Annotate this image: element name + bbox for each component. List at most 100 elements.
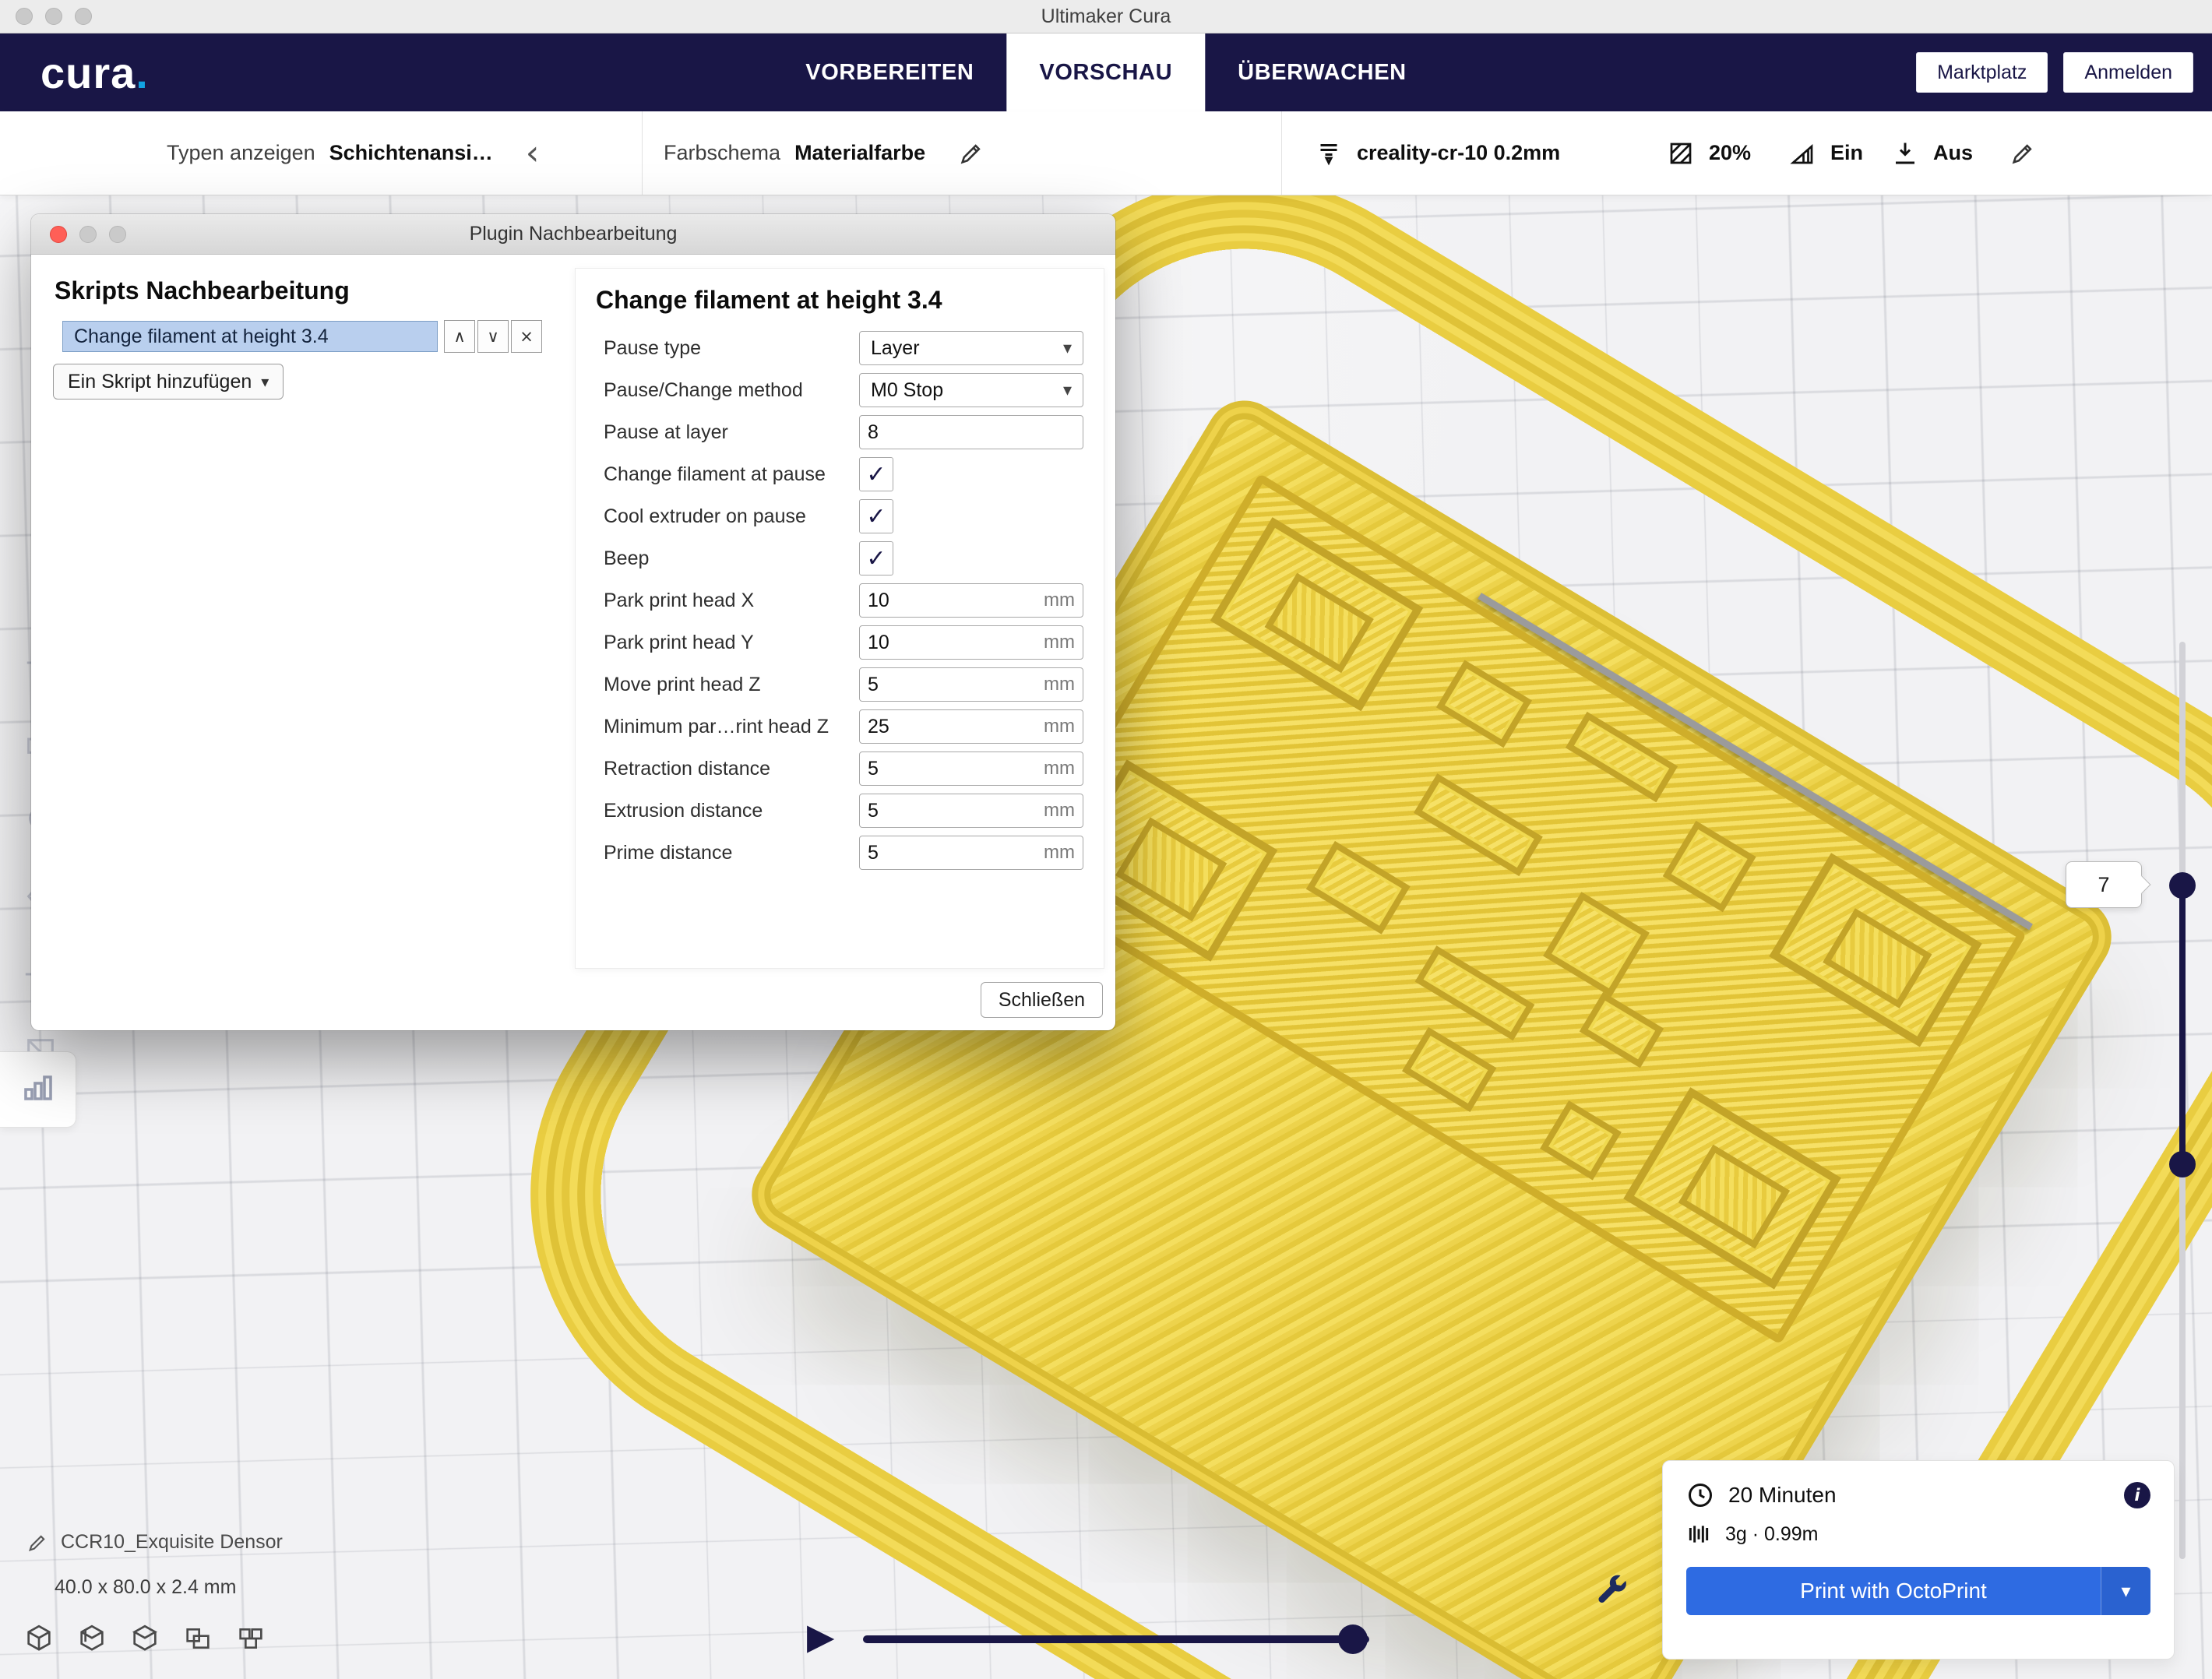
layer-slider-range[interactable] <box>2179 885 2186 1164</box>
edit-pencil-icon[interactable] <box>958 140 984 167</box>
caret-down-icon: ▾ <box>261 372 269 391</box>
color-scheme-value: Materialfarbe <box>794 141 925 165</box>
qr-pattern-block <box>1580 992 1664 1068</box>
park-x-input[interactable] <box>868 590 1039 612</box>
support-icon <box>1788 139 1816 167</box>
edit-print-settings[interactable] <box>2009 111 2036 195</box>
script-list-item-selected[interactable]: Change filament at height 3.4 <box>62 321 438 352</box>
print-button-dropdown[interactable]: ▾ <box>2101 1567 2150 1615</box>
minimum-park-z-input[interactable] <box>868 716 1039 738</box>
rename-pencil-icon[interactable] <box>26 1532 48 1554</box>
retraction-distance-field: mm <box>859 752 1083 786</box>
dialog-close-button[interactable] <box>50 226 67 243</box>
tab-vorbereiten[interactable]: VORBEREITEN <box>773 33 1006 111</box>
adhesion-setting[interactable]: Aus <box>1891 111 1973 195</box>
print-button-label[interactable]: Print with OctoPrint <box>1686 1567 2101 1615</box>
field-row: Cool extruder on pause ✓ <box>596 495 1083 537</box>
unit-label: mm <box>1044 674 1075 695</box>
print-time-row: 20 Minuten i <box>1686 1481 2150 1509</box>
unit-label: mm <box>1044 842 1075 864</box>
info-icon[interactable]: i <box>2124 1482 2150 1508</box>
main-navbar: cura. VORBEREITEN VORSCHAU ÜBERWACHEN Ma… <box>0 33 2212 111</box>
window-zoom-button[interactable] <box>75 8 92 25</box>
play-button[interactable]: ▶ <box>807 1618 834 1654</box>
move-script-up-button[interactable]: ∧ <box>444 320 475 353</box>
extrusion-distance-input[interactable] <box>868 800 1039 822</box>
add-script-label: Ein Skript hinzufügen <box>68 371 252 393</box>
stage-tabs: VORBEREITEN VORSCHAU ÜBERWACHEN <box>773 33 1439 111</box>
view-top-icon[interactable] <box>129 1623 160 1654</box>
view-3d-icon[interactable] <box>23 1623 55 1654</box>
legend-panel[interactable] <box>0 1051 76 1128</box>
view-front-icon[interactable] <box>76 1623 107 1654</box>
add-script-button[interactable]: Ein Skript hinzufügen ▾ <box>53 364 284 400</box>
view-right-icon[interactable] <box>235 1623 266 1654</box>
select-value: M0 Stop <box>871 379 943 402</box>
field-label: Beep <box>596 547 859 570</box>
layer-slider-handle-bottom[interactable] <box>2169 1151 2196 1177</box>
close-dialog-button[interactable]: Schließen <box>981 982 1103 1018</box>
signin-button[interactable]: Anmelden <box>2063 52 2193 93</box>
remove-script-button[interactable]: × <box>511 320 542 353</box>
move-script-down-button[interactable]: ∨ <box>477 320 509 353</box>
check-icon: ✓ <box>866 503 886 530</box>
script-reorder-buttons: ∧ ∨ × <box>444 320 542 353</box>
infill-icon <box>1667 139 1695 167</box>
toolbar-divider <box>642 111 643 195</box>
print-with-octoprint-button[interactable]: Print with OctoPrint ▾ <box>1686 1567 2150 1615</box>
qr-pattern-block <box>1306 841 1411 934</box>
support-setting[interactable]: Ein <box>1788 111 1863 195</box>
change-filament-checkbox[interactable]: ✓ <box>859 457 893 491</box>
pause-type-select[interactable]: Layer ▾ <box>859 331 1083 365</box>
layer-indicator[interactable]: 7 <box>2066 861 2142 908</box>
view-type-selector[interactable]: Typen anzeigen Schichtenansi… ‹ <box>167 111 539 195</box>
park-y-input[interactable] <box>868 632 1039 654</box>
field-row: Minimum par…rint head Z mm <box>596 706 1083 748</box>
dialog-minimize-button[interactable] <box>79 226 97 243</box>
field-row: Pause type Layer ▾ <box>596 327 1083 369</box>
qr-pattern-block <box>1402 1027 1496 1111</box>
model-name: CCR10_Exquisite Densor <box>61 1531 283 1554</box>
prime-distance-input[interactable] <box>868 842 1039 864</box>
field-label: Retraction distance <box>596 758 859 780</box>
window-close-button[interactable] <box>16 8 33 25</box>
script-settings-panel: Change filament at height 3.4 Pause type… <box>575 268 1104 969</box>
print-time: 20 Minuten <box>1728 1483 1837 1508</box>
simulation-slider-handle[interactable] <box>1338 1624 1368 1654</box>
material-usage-row: 3g · 0.99m <box>1686 1522 2150 1547</box>
dialog-zoom-button[interactable] <box>109 226 126 243</box>
cool-extruder-checkbox[interactable]: ✓ <box>859 499 893 533</box>
dialog-titlebar[interactable]: Plugin Nachbearbeitung <box>31 214 1115 255</box>
simulation-slider-track[interactable] <box>863 1635 1369 1643</box>
infill-setting[interactable]: 20% <box>1667 111 1751 195</box>
tab-vorschau[interactable]: VORSCHAU <box>1006 33 1205 111</box>
pause-at-layer-input[interactable] <box>868 421 1075 444</box>
marketplace-button[interactable]: Marktplatz <box>1916 52 2048 93</box>
field-label: Pause type <box>596 337 859 360</box>
retraction-distance-input[interactable] <box>868 758 1039 780</box>
beep-checkbox[interactable]: ✓ <box>859 541 893 576</box>
tab-ueberwachen[interactable]: ÜBERWACHEN <box>1205 33 1439 111</box>
check-icon: ✓ <box>866 545 886 572</box>
collapse-panel-icon[interactable]: ‹ <box>526 136 540 171</box>
color-scheme-label: Farbschema <box>664 141 780 165</box>
dialog-window-controls <box>50 226 126 243</box>
field-label: Park print head X <box>596 590 859 612</box>
layer-slider-handle-top[interactable] <box>2169 872 2196 899</box>
qr-pattern-block <box>1543 892 1649 997</box>
color-scheme-selector[interactable]: Farbschema Materialfarbe <box>664 111 984 195</box>
view-left-icon[interactable] <box>182 1623 213 1654</box>
window-title: Ultimaker Cura <box>1041 5 1171 28</box>
unit-label: mm <box>1044 632 1075 653</box>
extruder-icon <box>1315 139 1343 167</box>
qr-pattern-block <box>1663 821 1756 913</box>
window-minimize-button[interactable] <box>45 8 62 25</box>
printer-config[interactable]: creality-cr-10 0.2mm <box>1315 111 1560 195</box>
field-row: Pause at layer <box>596 411 1083 453</box>
support-value: Ein <box>1830 141 1863 165</box>
macos-titlebar: Ultimaker Cura <box>0 0 2212 33</box>
move-z-input[interactable] <box>868 674 1039 696</box>
pause-method-select[interactable]: M0 Stop ▾ <box>859 373 1083 407</box>
prime-distance-field: mm <box>859 836 1083 870</box>
wrench-icon[interactable] <box>1594 1573 1629 1609</box>
